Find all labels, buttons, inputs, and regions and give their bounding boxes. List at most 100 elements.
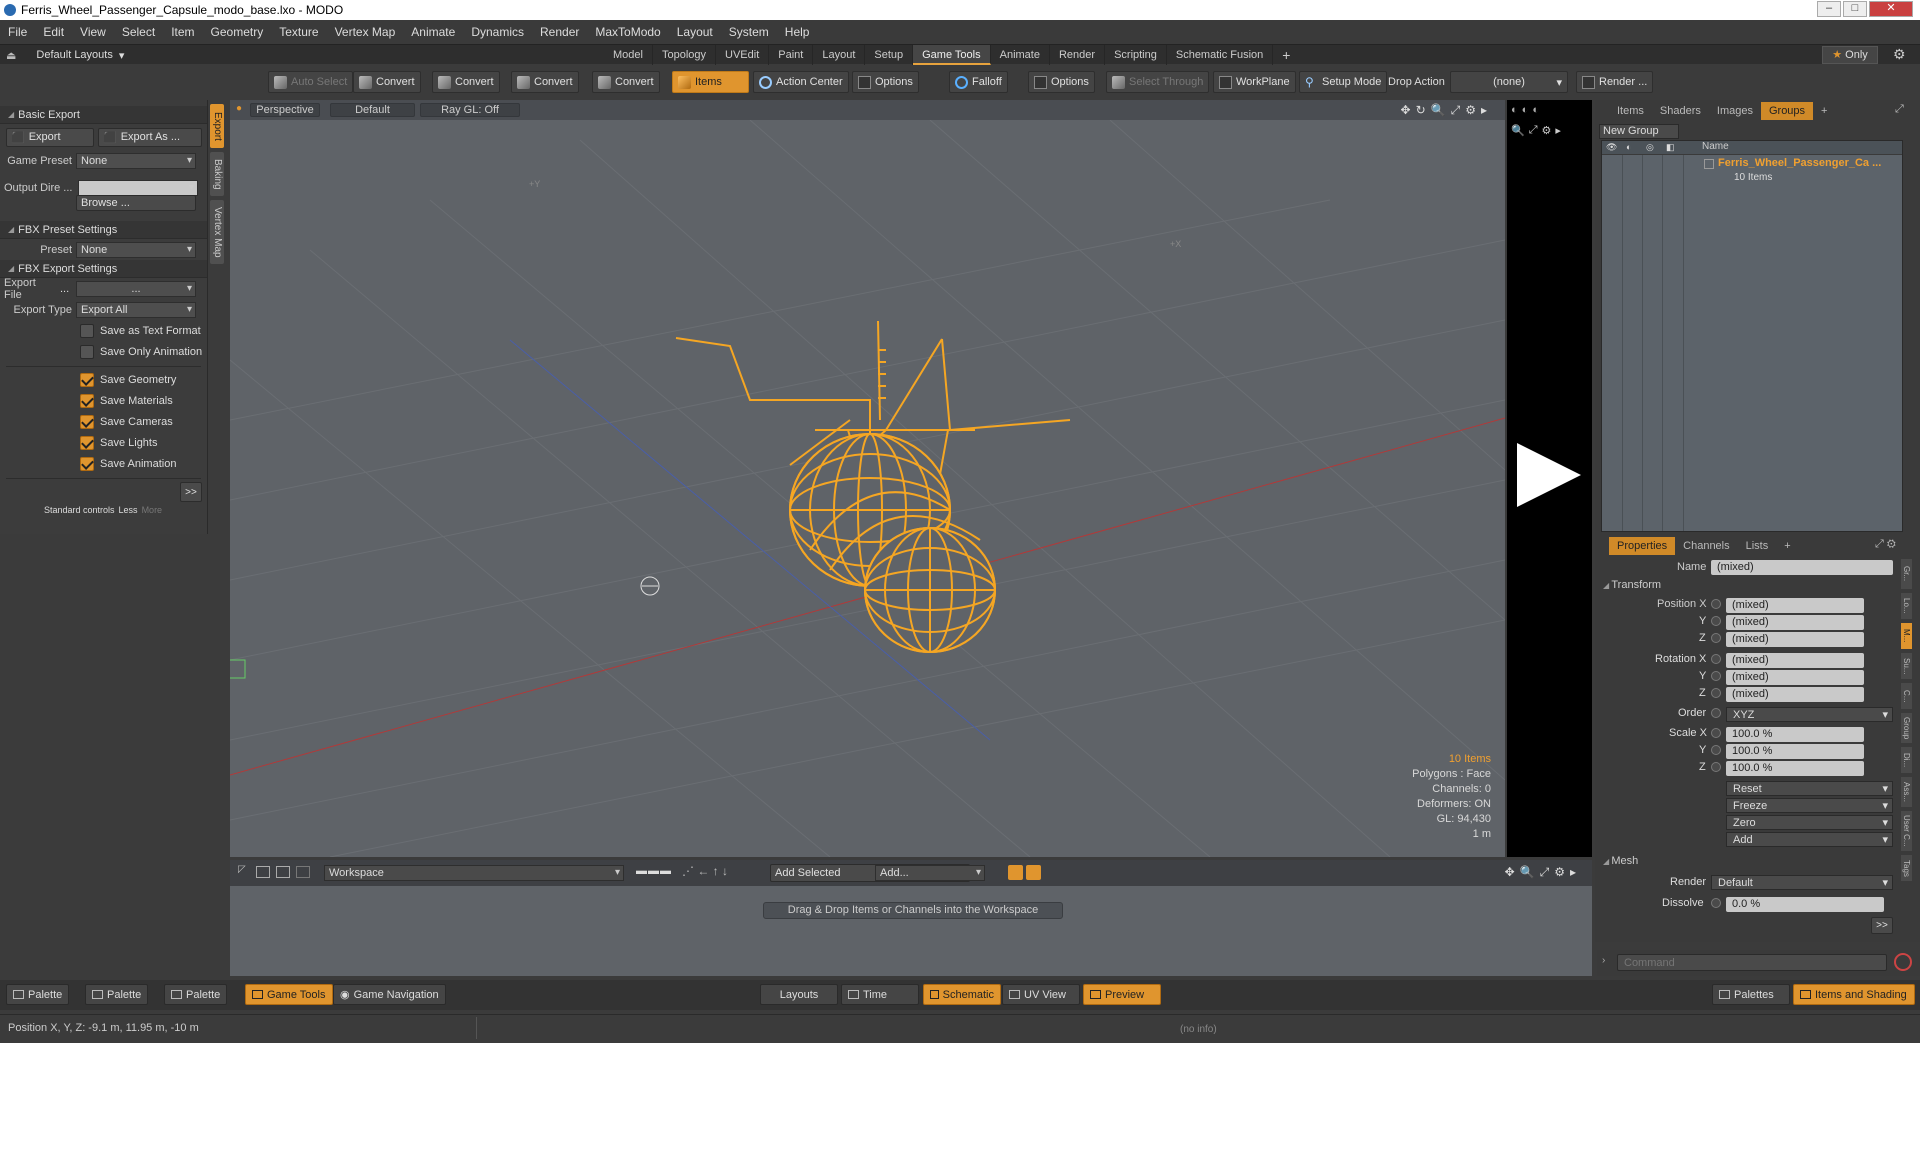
- tab-game-tools[interactable]: Game Tools: [913, 45, 991, 65]
- side-tab-c[interactable]: C...: [1901, 683, 1912, 709]
- rotate-view-icon[interactable]: ↻: [1416, 103, 1426, 118]
- export-file-select[interactable]: ...: [76, 280, 196, 297]
- keyframe-icon[interactable]: [1711, 728, 1721, 738]
- tab-channels[interactable]: Channels: [1675, 537, 1737, 555]
- menu-select[interactable]: Select: [114, 25, 163, 39]
- side-tab-di[interactable]: Di...: [1901, 747, 1912, 773]
- mesh-section[interactable]: ◢ Mesh: [1603, 855, 1638, 867]
- move-view-icon[interactable]: ✥: [1505, 865, 1515, 880]
- maximize-icon[interactable]: ⤢: [1529, 124, 1538, 137]
- workspace-gear-icon[interactable]: ⚙: [1554, 865, 1565, 880]
- freeze-select[interactable]: Freeze: [1726, 798, 1893, 813]
- keyframe-icon[interactable]: [1711, 762, 1721, 772]
- viewport-menu-icon[interactable]: ▸: [1481, 103, 1487, 118]
- add-tab-button[interactable]: +: [1273, 45, 1299, 65]
- more-link[interactable]: More: [142, 505, 163, 515]
- tab-animate[interactable]: Animate: [991, 45, 1050, 65]
- expand-button[interactable]: >>: [1871, 917, 1893, 934]
- position-x-field[interactable]: (mixed): [1726, 598, 1864, 613]
- add-node-icon[interactable]: [256, 866, 270, 878]
- tab-scripting[interactable]: Scripting: [1105, 45, 1167, 65]
- position-y-field[interactable]: (mixed): [1726, 615, 1864, 630]
- uv-view-button[interactable]: UV View: [1002, 984, 1080, 1005]
- falloff-button[interactable]: Falloff: [949, 71, 1008, 93]
- palettes-button[interactable]: Palettes: [1712, 984, 1790, 1005]
- tab-paint[interactable]: Paint: [769, 45, 814, 65]
- export-button[interactable]: ⬛ Export: [6, 127, 94, 147]
- drop-action-select[interactable]: (none) ▾: [1450, 71, 1568, 93]
- menu-animate[interactable]: Animate: [403, 25, 463, 39]
- name-field[interactable]: (mixed): [1711, 560, 1893, 575]
- scale-z-field[interactable]: 100.0 %: [1726, 761, 1864, 776]
- maximize-view-icon[interactable]: ⤢: [1540, 865, 1550, 880]
- convert-material-button[interactable]: Convert: [592, 71, 660, 93]
- tab-layout[interactable]: Layout: [813, 45, 866, 65]
- menu-render[interactable]: Render: [532, 25, 587, 39]
- side-tab-lo[interactable]: Lo...: [1901, 593, 1912, 619]
- side-tab-su[interactable]: Su...: [1901, 653, 1912, 679]
- menu-maxtomodo[interactable]: MaxToModo: [587, 25, 668, 39]
- preview-toggle-icon[interactable]: ◐: [1532, 104, 1539, 116]
- lock-col-icon[interactable]: ◎: [1646, 142, 1654, 153]
- tab-uvedit[interactable]: UVEdit: [716, 45, 770, 65]
- viewport-gear-icon[interactable]: ⚙: [1465, 103, 1476, 118]
- items-mode-button[interactable]: Items: [672, 71, 749, 93]
- palette-button-1[interactable]: Palette: [6, 984, 70, 1005]
- items-and-shading-button[interactable]: Items and Shading: [1793, 984, 1915, 1005]
- only-button[interactable]: ★ Only: [1822, 46, 1878, 64]
- visibility-icon[interactable]: 👁: [1606, 142, 1617, 153]
- nav-arrows-icon[interactable]: ⋰ ← ↑ ↓: [682, 864, 728, 878]
- add-tab-button[interactable]: +: [1776, 537, 1798, 555]
- close-icon[interactable]: ✕: [1869, 1, 1913, 17]
- position-z-field[interactable]: (mixed): [1726, 632, 1864, 647]
- keyframe-icon[interactable]: [1711, 708, 1721, 718]
- menu-item[interactable]: Item: [163, 25, 202, 39]
- convert-edge-button[interactable]: Convert: [432, 71, 500, 93]
- search-icon[interactable]: 🔍: [1511, 124, 1525, 137]
- workplane-button[interactable]: WorkPlane: [1213, 71, 1296, 93]
- save-geometry-checkbox[interactable]: [80, 372, 94, 387]
- new-group-button[interactable]: New Group: [1599, 124, 1679, 139]
- select-col-icon[interactable]: ◧: [1666, 142, 1675, 153]
- save-only-animation-checkbox[interactable]: [80, 344, 94, 359]
- 3d-viewport[interactable]: +Y +X ● Perspective Default Ray GL: Off …: [230, 100, 1505, 857]
- scale-x-field[interactable]: 100.0 %: [1726, 727, 1864, 742]
- select-through-button[interactable]: Select Through: [1106, 71, 1210, 93]
- rotation-z-field[interactable]: (mixed): [1726, 687, 1864, 702]
- time-button[interactable]: Time: [841, 984, 919, 1005]
- tab-groups[interactable]: Groups: [1760, 102, 1814, 120]
- save-lights-checkbox[interactable]: [80, 435, 94, 450]
- rotation-y-field[interactable]: (mixed): [1726, 670, 1864, 685]
- fbx-preset-section[interactable]: ◢ FBX Preset Settings: [0, 221, 207, 239]
- convert-polygon-button[interactable]: Convert: [511, 71, 579, 93]
- add-select[interactable]: Add...: [875, 865, 985, 881]
- menu-geometry[interactable]: Geometry: [203, 25, 272, 39]
- rotation-x-field[interactable]: (mixed): [1726, 653, 1864, 668]
- browse-button[interactable]: Browse ...: [76, 195, 196, 211]
- minimize-icon[interactable]: –: [1817, 1, 1841, 17]
- output-dir-field[interactable]: [78, 179, 198, 196]
- side-tab-export[interactable]: Export: [210, 104, 224, 148]
- keyframe-icon[interactable]: [1711, 745, 1721, 755]
- tab-images[interactable]: Images: [1709, 102, 1761, 120]
- view-type-select[interactable]: Perspective: [250, 103, 320, 117]
- less-link[interactable]: Less: [119, 505, 138, 515]
- refresh-node-icon[interactable]: [296, 866, 310, 878]
- schematic-button[interactable]: Schematic: [923, 984, 1001, 1005]
- layout-selector[interactable]: ⏏ Default Layouts ▾: [6, 47, 124, 63]
- tab-schematic-fusion[interactable]: Schematic Fusion: [1167, 45, 1274, 65]
- zoom-view-icon[interactable]: 🔍: [1431, 103, 1446, 118]
- command-input[interactable]: [1617, 954, 1887, 971]
- play-icon[interactable]: [1517, 443, 1581, 507]
- menu-texture[interactable]: Texture: [271, 25, 326, 39]
- save-text-format-checkbox[interactable]: [80, 323, 94, 338]
- grid-layout-icon[interactable]: ▬▬▬: [636, 865, 672, 877]
- side-tab-tags[interactable]: Tags: [1901, 855, 1912, 881]
- palette-button-3[interactable]: Palette: [164, 984, 228, 1005]
- move-view-icon[interactable]: ✥: [1401, 103, 1411, 118]
- key-icon[interactable]: [1008, 865, 1023, 880]
- side-tab-group[interactable]: Group: [1901, 713, 1912, 743]
- scale-y-field[interactable]: 100.0 %: [1726, 744, 1864, 759]
- transform-section[interactable]: ◢ Transform: [1603, 579, 1661, 591]
- zoom-view-icon[interactable]: 🔍: [1520, 865, 1535, 880]
